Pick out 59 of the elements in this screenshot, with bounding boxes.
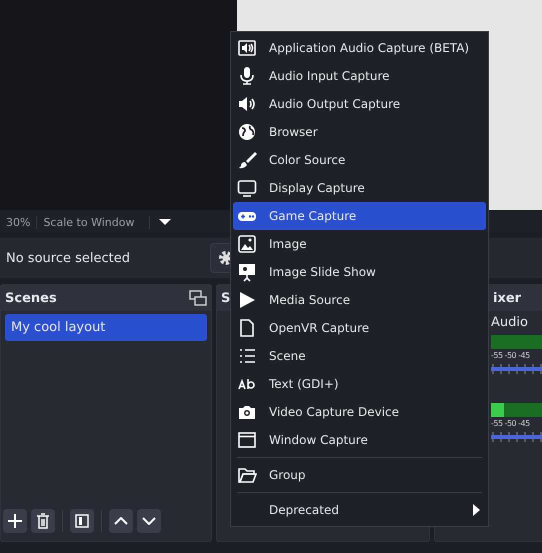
meter-tick-label: -45 <box>518 419 530 428</box>
filters-button[interactable] <box>70 509 94 533</box>
remove-button[interactable] <box>31 509 55 533</box>
meter-tick-label: -55 <box>491 351 503 360</box>
move-up-button[interactable] <box>109 509 133 533</box>
zoom-level: 30% <box>0 216 38 228</box>
plus-icon <box>8 514 22 528</box>
window-icon <box>237 430 257 450</box>
file-icon <box>237 318 257 338</box>
level-meter <box>491 335 542 349</box>
chevron-up-icon <box>114 517 128 525</box>
trash-icon <box>36 513 50 529</box>
menu-item[interactable]: Text (GDI+) <box>233 370 486 398</box>
menu-item[interactable]: Deprecated <box>233 496 486 524</box>
menu-item[interactable]: Image <box>233 230 486 258</box>
filter-icon <box>75 514 89 528</box>
meter-tick-label: -55 <box>491 419 503 428</box>
menu-item[interactable]: Audio Input Capture <box>233 62 486 90</box>
folder-icon <box>237 465 257 485</box>
slideshow-icon <box>237 262 257 282</box>
menu-item[interactable]: Image Slide Show <box>233 258 486 286</box>
meter-tick-label: -45 <box>518 351 530 360</box>
menu-item[interactable]: Game Capture <box>233 202 486 230</box>
play-icon <box>237 290 257 310</box>
channel-name: Audio <box>491 315 529 332</box>
microphone-icon <box>237 66 257 86</box>
list-icon <box>237 346 257 366</box>
context-text: No source selected <box>6 250 130 266</box>
menu-item[interactable]: Color Source <box>233 146 486 174</box>
brush-icon <box>237 150 257 170</box>
panel-title: S <box>221 290 230 306</box>
menu-item[interactable]: Group <box>233 461 486 489</box>
image-icon <box>237 234 257 254</box>
move-down-button[interactable] <box>137 509 161 533</box>
menu-item[interactable]: Display Capture <box>233 174 486 202</box>
menu-item[interactable]: Application Audio Capture (BETA) <box>233 34 486 62</box>
panel-title: ixer <box>493 290 522 306</box>
volume-fader[interactable] <box>491 362 542 376</box>
menu-item[interactable]: Browser <box>233 118 486 146</box>
chevron-down-icon <box>142 517 156 525</box>
meter-tick-label: -50 <box>504 419 516 428</box>
volume-fader[interactable] <box>491 430 542 444</box>
layout-list-item[interactable]: My cool layout <box>5 314 207 341</box>
scale-mode[interactable]: Scale to Window <box>37 216 150 228</box>
globe-icon <box>237 122 257 142</box>
menu-item[interactable]: Scene <box>233 342 486 370</box>
menu-item[interactable]: Video Capture Device <box>233 398 486 426</box>
monitor-icon <box>237 178 257 198</box>
menu-item[interactable]: Window Capture <box>233 426 486 454</box>
menu-item[interactable]: Media Source <box>233 286 486 314</box>
menu-item[interactable]: OpenVR Capture <box>233 314 486 342</box>
meter-tick-label: -50 <box>504 351 516 360</box>
dropdown-icon[interactable] <box>158 218 172 226</box>
speaker-icon <box>237 38 257 58</box>
speaker-icon <box>237 94 257 114</box>
menu-item[interactable]: Audio Output Capture <box>233 90 486 118</box>
panel-title: Scenes <box>5 290 57 306</box>
add-button[interactable] <box>3 509 27 533</box>
undock-icon[interactable] <box>189 290 207 306</box>
